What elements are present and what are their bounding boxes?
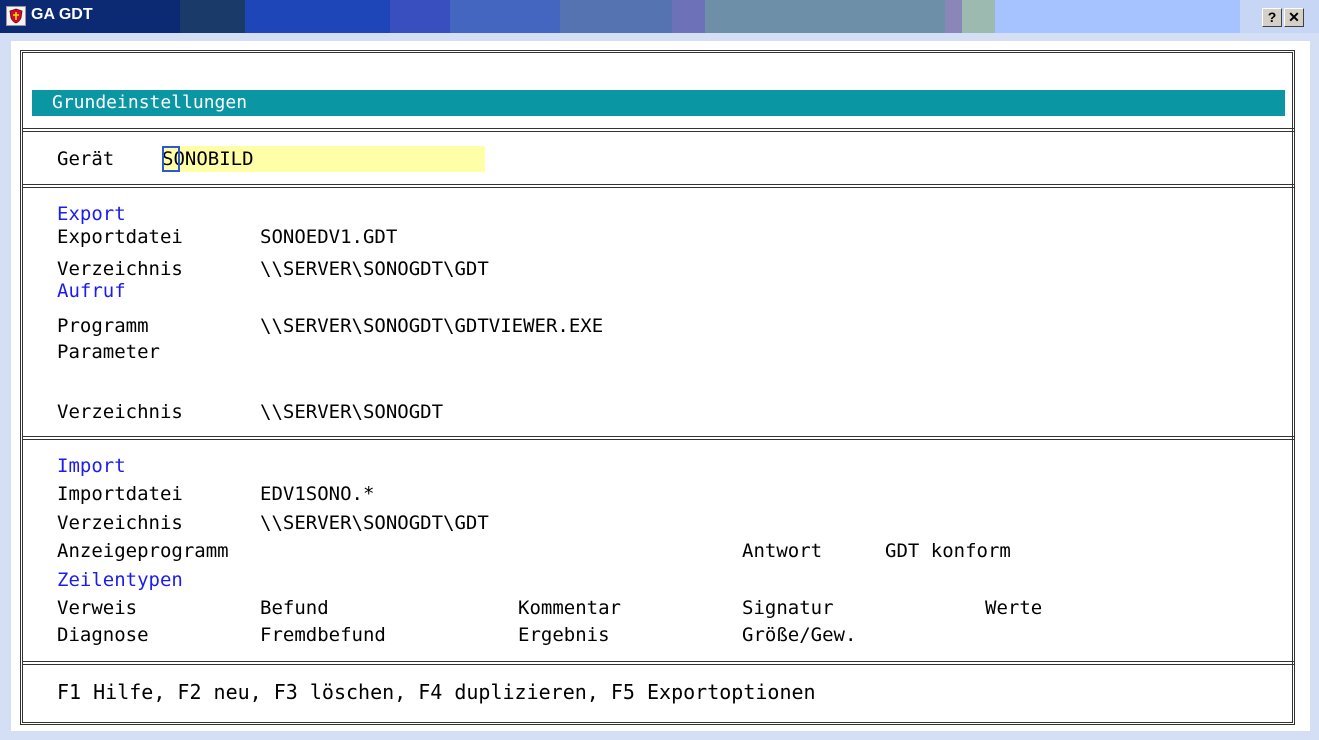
call-dir-label: Verzeichnis (57, 401, 183, 423)
import-dir-value[interactable]: \\SERVER\SONOGDT\GDT (260, 512, 489, 534)
export-dir-value[interactable]: \\SERVER\SONOGDT\GDT (260, 258, 489, 280)
program-value[interactable]: \\SERVER\SONOGDT\GDTVIEWER.EXE (260, 315, 603, 337)
app-shield-icon[interactable] (6, 6, 26, 26)
line-type-werte[interactable]: Werte (985, 597, 1042, 619)
line-type-kommentar[interactable]: Kommentar (518, 597, 621, 619)
line-type-fremdbefund[interactable]: Fremdbefund (260, 624, 386, 646)
call-dir-value[interactable]: \\SERVER\SONOGDT (260, 401, 443, 423)
export-file-value[interactable]: SONOEDV1.GDT (260, 226, 397, 248)
program-label: Programm (57, 315, 149, 337)
section-title: Grundeinstellungen (52, 92, 248, 113)
import-file-label: Importdatei (57, 483, 183, 505)
close-button[interactable]: ✕ (1284, 8, 1304, 27)
divider-header (22, 128, 1294, 132)
call-heading: Aufruf (57, 280, 126, 302)
export-heading: Export (57, 203, 126, 225)
line-type-groesse-gewicht[interactable]: Größe/Gew. (742, 624, 856, 646)
section-header: Grundeinstellungen (32, 90, 1285, 116)
divider-import (22, 661, 1294, 665)
line-types-heading: Zeilentypen (57, 569, 183, 591)
line-type-verweis[interactable]: Verweis (57, 597, 137, 619)
text-cursor (162, 146, 180, 172)
answer-label: Antwort (742, 540, 823, 562)
export-dir-label: Verzeichnis (57, 258, 183, 280)
line-type-signatur[interactable]: Signatur (742, 597, 834, 619)
divider-device (22, 184, 1294, 188)
function-key-hint: F1 Hilfe, F2 neu, F3 löschen, F4 duplizi… (57, 680, 816, 704)
line-type-ergebnis[interactable]: Ergebnis (518, 624, 610, 646)
import-heading: Import (57, 455, 126, 477)
parameter-label: Parameter (57, 341, 160, 363)
import-file-value[interactable]: EDV1SONO.* (260, 483, 374, 505)
line-type-befund[interactable]: Befund (260, 597, 329, 619)
import-dir-label: Verzeichnis (57, 512, 183, 534)
title-bar: GA GDT ? ✕ (0, 0, 1319, 33)
answer-value[interactable]: GDT konform (885, 540, 1011, 562)
divider-export (22, 436, 1294, 440)
device-field[interactable]: SONOBILD (162, 146, 485, 172)
device-label: Gerät (57, 148, 115, 170)
viewer-label: Anzeigeprogramm (57, 540, 229, 562)
window-title: GA GDT (31, 6, 93, 23)
help-button[interactable]: ? (1262, 8, 1282, 27)
export-file-label: Exportdatei (57, 226, 183, 248)
line-type-diagnose[interactable]: Diagnose (57, 624, 149, 646)
